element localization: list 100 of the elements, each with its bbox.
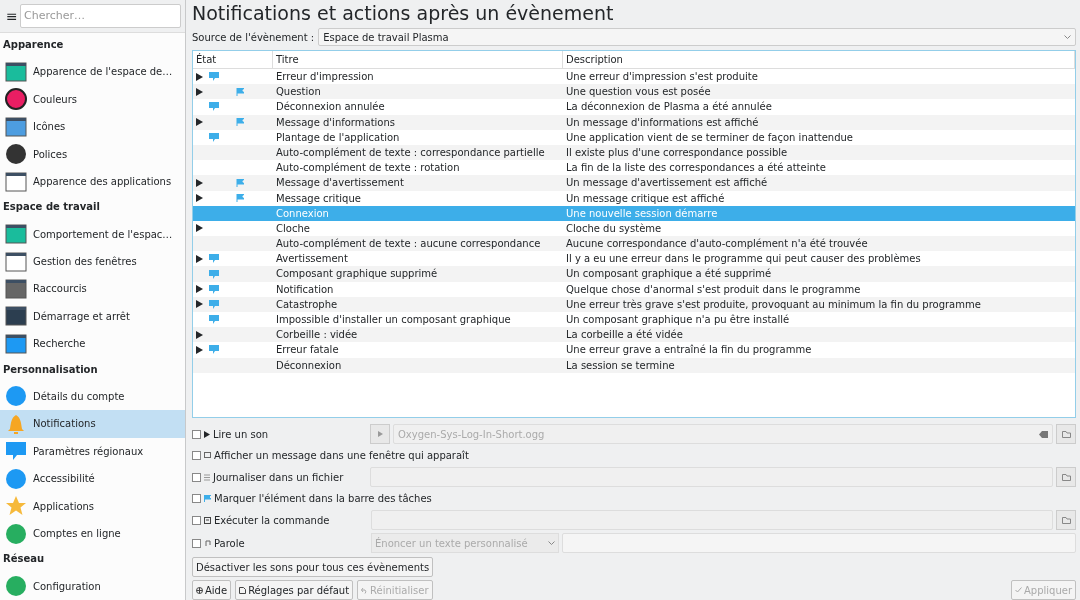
app-icon (5, 467, 27, 490)
folder-icon (1061, 516, 1071, 524)
sidebar-item[interactable]: Raccourcis (0, 275, 185, 303)
checkbox[interactable] (192, 494, 201, 503)
app-icon (5, 223, 27, 246)
option-label: Exécuter la commande (214, 514, 331, 526)
table-cell-text: Une application vient de se terminer de façon inattendue (565, 130, 855, 145)
option-label: Marquer l'élément dans la barre des tâches (214, 493, 432, 504)
sidebar-item[interactable]: Icônes (0, 112, 185, 141)
sidebar-item[interactable]: Démarrage et arrêt (0, 302, 185, 331)
sidebar-item[interactable]: Recherche (0, 330, 185, 358)
play-button[interactable] (370, 424, 390, 444)
menu-button[interactable]: ≡ (6, 8, 16, 24)
checkbox[interactable] (192, 451, 201, 460)
table-cell-text: Message critique (275, 191, 362, 206)
browse-button[interactable] (1056, 510, 1076, 530)
checkbox[interactable] (192, 515, 201, 525)
app-icon (5, 250, 27, 273)
table-cell-text: Quelque chose d'anormal s'est produit dans le programme (565, 282, 862, 297)
column-header[interactable]: Description (563, 51, 1075, 68)
play-arrow-icon (196, 224, 203, 233)
speech-bubble-icon (209, 102, 219, 112)
browse-button[interactable] (1056, 424, 1076, 444)
table-cell-text: Une erreur grave a entraîné la fin du programme (565, 343, 813, 358)
app-icon (5, 522, 27, 545)
undo-icon (361, 586, 369, 594)
table-cell-text: Un message critique est affiché (565, 191, 726, 206)
sidebar-item[interactable]: Apparence de l'espace de… (0, 57, 185, 86)
speech-bubble-icon (209, 132, 219, 142)
sidebar-item[interactable]: Applications (0, 492, 185, 520)
clear-icon[interactable] (1039, 430, 1048, 438)
sidebar-item[interactable]: Détails du compte (0, 382, 185, 411)
table-cell-text: Impossible d'installer un composant graphique (275, 313, 512, 327)
app-icon (5, 332, 27, 355)
sidebar-item[interactable]: Accessibilité (0, 465, 185, 493)
app-icon (5, 385, 27, 408)
sidebar-item[interactable]: Polices (0, 140, 185, 168)
app-icon (5, 170, 27, 193)
sidebar-item[interactable]: Paramètres régionaux (0, 437, 185, 466)
dialog-button[interactable]: Aide (192, 580, 232, 600)
table-cell-text: Une nouvelle session démarre (565, 206, 719, 221)
browse-button[interactable] (1056, 467, 1076, 487)
table-cell-text: Message d'avertissement (275, 176, 405, 191)
table-cell-text: Corbeille : vidée (275, 328, 359, 343)
table-cell-text: Auto-complément de texte : correspondance partielle (275, 145, 546, 160)
folder-icon (1061, 473, 1071, 481)
table-cell-text: Connexion (275, 206, 330, 221)
dialog-button[interactable]: Réglages par défaut (235, 580, 354, 600)
table-cell-text: Un message d'avertissement est affiché (565, 176, 769, 191)
checkbox[interactable] (192, 472, 201, 482)
column-header[interactable]: Titre (273, 51, 563, 68)
table-row[interactable]: Corbeille : vidée La corbeille a été vidée (193, 327, 1075, 343)
section-heading: Apparence (2, 38, 65, 52)
app-icon (5, 115, 27, 138)
option-label: Lire un son (213, 428, 270, 440)
message-icon (204, 452, 211, 459)
table-cell-text: Un message d'informations est affiché (565, 115, 760, 130)
table-cell-text: Erreur fatale (275, 343, 340, 358)
table-row[interactable]: Auto-complément de texte : aucune correspondance Aucune correspondance d'auto-complément n'a été trouvée (193, 236, 1075, 252)
checkbox[interactable] (192, 429, 201, 439)
option-label: Journaliser dans un fichier (213, 471, 345, 483)
table-cell-text: Un composant graphique n'a pu être installé (565, 313, 791, 327)
table-cell-text: Plantage de l'application (275, 130, 401, 145)
table-cell-text: Déconnexion (275, 358, 343, 373)
column-header[interactable]: État (193, 51, 273, 68)
flag-icon (236, 194, 244, 203)
flag-icon (236, 178, 244, 187)
table-cell-text: Déconnexion annulée (275, 100, 386, 115)
table-cell-text: Aucune correspondance d'auto-complément n'a été trouvée (565, 237, 869, 252)
table-cell-text: Auto-complément de texte : aucune correspondance (275, 237, 542, 252)
checkbox[interactable] (192, 538, 201, 548)
sidebar-item[interactable]: Configuration (0, 572, 185, 600)
option-label: Afficher un message dans une fenêtre qui apparaît (214, 450, 469, 461)
sidebar-item[interactable]: Comportement de l'espac… (0, 220, 185, 248)
flag-icon (236, 118, 244, 127)
sidebar-item[interactable]: Couleurs (0, 85, 185, 113)
check-icon (1014, 587, 1022, 593)
table-cell-text: Erreur d'impression (275, 70, 375, 84)
search-field[interactable]: Chercher… (20, 4, 181, 28)
folder-icon (1061, 430, 1071, 438)
sidebar-item[interactable]: Gestion des fenêtres (0, 247, 185, 276)
sidebar-item[interactable]: Apparence des applications (0, 167, 185, 196)
terminal-icon (204, 516, 211, 524)
speech-bubble-icon (209, 345, 219, 355)
sidebar-item[interactable]: Notifications (0, 410, 185, 438)
speech-bubble-icon (209, 72, 219, 82)
page-title: Notifications et actions après un évènement (192, 2, 615, 24)
table-cell-text: La déconnexion de Plasma a été annulée (565, 100, 773, 115)
input-field[interactable] (562, 533, 1076, 553)
table-cell-text: Une question vous est posée (565, 85, 712, 100)
table-row[interactable]: Message d'avertissement Un message d'avertissement est affiché (193, 175, 1075, 191)
table-cell-text: Il y a eu une erreur dans le programme qui peut causer des problèmes (565, 252, 922, 267)
mute-all-button[interactable]: Désactiver les sons pour tous ces évènements (192, 557, 434, 577)
source-dropdown[interactable]: Espace de travail Plasma (318, 28, 1076, 46)
sidebar-item[interactable]: Comptes en ligne (0, 519, 185, 548)
app-icon (5, 575, 27, 598)
table-cell-text: La session se termine (565, 358, 676, 373)
table-row[interactable]: Composant graphique supprimé Un composant graphique a été supprimé (193, 266, 1075, 282)
table-cell-text: Une erreur d'impression s'est produite (565, 70, 759, 84)
table-row[interactable]: Question Une question vous est posée (193, 84, 1075, 100)
